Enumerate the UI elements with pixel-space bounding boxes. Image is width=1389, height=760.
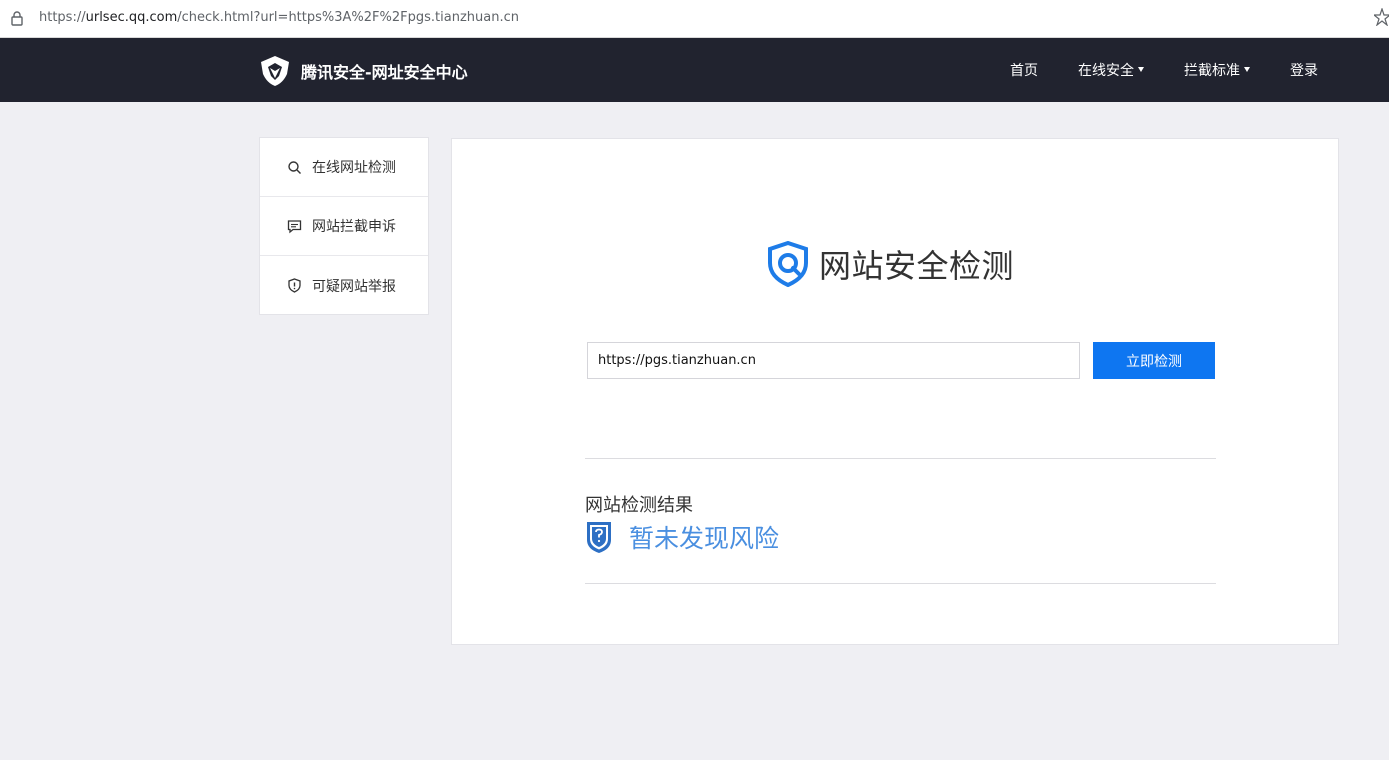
result-text: 暂未发现风险 xyxy=(629,524,780,553)
message-icon xyxy=(287,219,302,233)
nav-home-label: 首页 xyxy=(1010,63,1038,79)
security-check-shield-icon xyxy=(768,241,808,287)
tencent-security-logo-icon xyxy=(261,56,289,86)
lock-icon xyxy=(11,11,23,26)
address-url[interactable]: https://urlsec.qq.com/check.html?url=htt… xyxy=(39,10,519,25)
page-title: 网站安全检测 xyxy=(819,247,1015,285)
page-heading: 网站安全检测 xyxy=(766,241,1014,287)
nav-login[interactable]: 登录 xyxy=(1290,38,1318,102)
divider xyxy=(585,458,1216,459)
result-shield-icon xyxy=(587,522,611,553)
main-panel: 网站安全检测 立即检测 网站检测结果 暂未发现风险 xyxy=(451,138,1339,645)
sidebar-item-label: 可疑网站举报 xyxy=(312,278,396,295)
sidebar-item-label: 在线网址检测 xyxy=(312,160,396,176)
nav-home[interactable]: 首页 xyxy=(1010,38,1038,102)
caret-down-icon xyxy=(1138,66,1144,72)
brand-name: 腾讯安全-网址安全中心 xyxy=(301,63,468,82)
url-prefix: https:// xyxy=(39,10,86,25)
nav-online-security-label: 在线安全 xyxy=(1078,63,1134,79)
divider xyxy=(585,583,1216,584)
browser-address-bar[interactable]: https://urlsec.qq.com/check.html?url=htt… xyxy=(0,0,1389,38)
shield-alert-icon xyxy=(288,278,301,293)
check-now-button[interactable]: 立即检测 xyxy=(1093,342,1215,379)
sidebar-item-appeal[interactable]: 网站拦截申诉 xyxy=(260,197,428,256)
caret-down-icon xyxy=(1244,66,1250,72)
result-label: 网站检测结果 xyxy=(585,495,693,516)
nav-block-standard-label: 拦截标准 xyxy=(1184,63,1240,79)
sidebar-item-url-check[interactable]: 在线网址检测 xyxy=(260,138,428,197)
url-path: /check.html?url=https%3A%2F%2Fpgs.tianzh… xyxy=(177,10,519,25)
brand[interactable]: 腾讯安全-网址安全中心 xyxy=(258,54,468,88)
url-host: urlsec.qq.com xyxy=(85,10,178,25)
sidebar-item-label: 网站拦截申诉 xyxy=(312,219,396,235)
nav-login-label: 登录 xyxy=(1290,63,1318,79)
search-icon xyxy=(288,160,301,174)
nav-block-standard[interactable]: 拦截标准 xyxy=(1184,38,1250,102)
site-header: 腾讯安全-网址安全中心 首页 在线安全 拦截标准 登录 xyxy=(0,38,1389,102)
sidebar: 在线网址检测 网站拦截申诉 可疑网站举报 xyxy=(259,137,429,315)
sidebar-item-report[interactable]: 可疑网站举报 xyxy=(260,256,428,315)
result-status: 暂未发现风险 xyxy=(585,519,779,555)
bookmark-star-icon[interactable] xyxy=(1374,8,1389,26)
url-input[interactable] xyxy=(587,342,1080,379)
nav-online-security[interactable]: 在线安全 xyxy=(1078,38,1144,102)
